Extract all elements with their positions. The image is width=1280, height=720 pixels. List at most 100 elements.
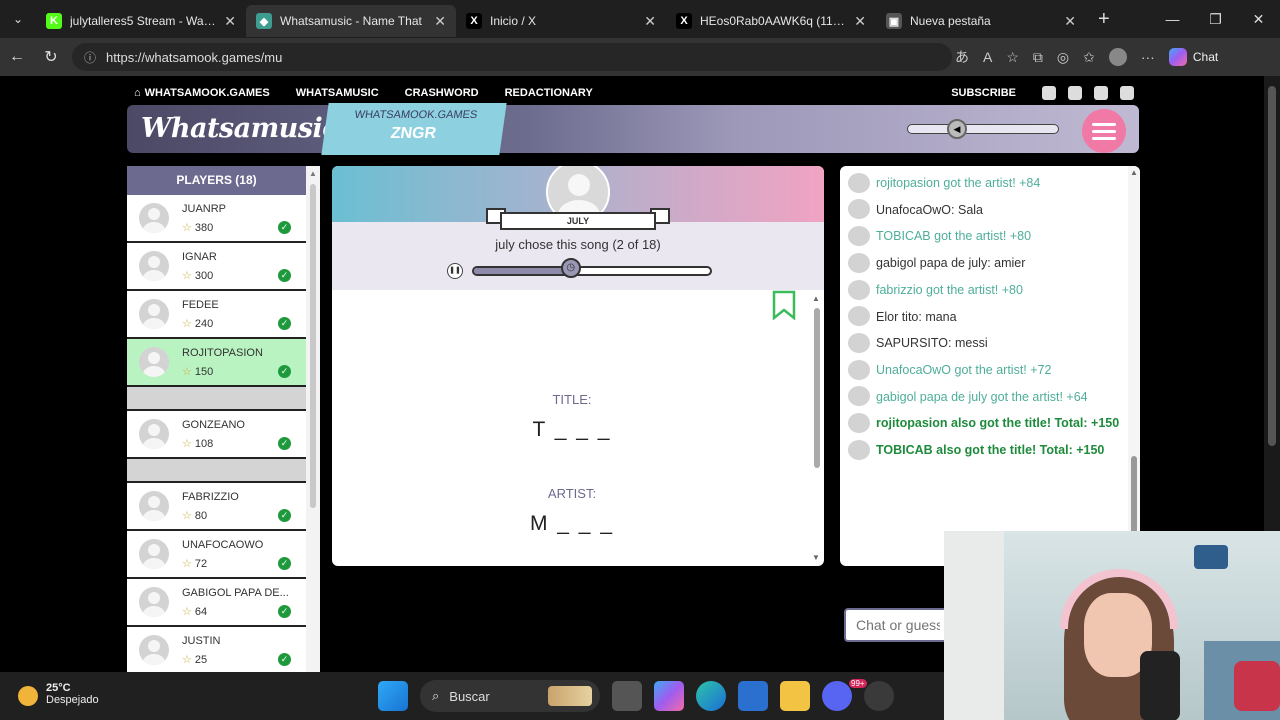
chat-avatar: [848, 413, 870, 434]
tab-close-icon[interactable]: ✕: [224, 13, 236, 30]
copilot-icon: [1168, 48, 1187, 66]
discord-icon[interactable]: [1120, 86, 1134, 100]
chat-scrollbar[interactable]: ▲: [1128, 166, 1140, 566]
player-row[interactable]: FABRIZZIO ☆ 80 ✓: [127, 483, 306, 531]
chat-message: fabrizzio got the artist! +80: [848, 277, 1128, 304]
chat-input[interactable]: [844, 608, 952, 642]
tab-title: Whatsamusic - Name That: [280, 14, 422, 28]
room-site: WHATSAMOOK.GAMES: [353, 109, 479, 121]
player-row[interactable]: JUSTIN ☆ 25 ✓: [127, 627, 306, 672]
browser-tab[interactable]: X Inicio / X ✕: [456, 5, 666, 37]
obs-icon[interactable]: [864, 681, 894, 711]
bookmark-icon[interactable]: [772, 290, 796, 320]
star-icon: ☆: [182, 606, 192, 618]
player-row[interactable]: IGNAR ☆ 300 ✓: [127, 243, 306, 291]
player-name: ROJITOPASION: [182, 347, 263, 359]
discord-taskbar-icon[interactable]: 99+: [822, 679, 867, 711]
players-scrollbar[interactable]: ▲: [306, 166, 320, 672]
chat-message-text: UnafocaOwO: Sala: [876, 202, 983, 217]
chat-panel: rojitopasion got the artist! +84 UnafocaO…: [840, 166, 1140, 566]
player-score-value: 300: [194, 270, 214, 282]
player-name: JUSTIN: [182, 635, 221, 647]
room-code-badge[interactable]: WHATSAMOOK.GAMES ZNGR: [321, 103, 507, 155]
windows-start-icon[interactable]: [378, 681, 408, 711]
translate-icon[interactable]: あ: [955, 47, 969, 67]
browser-tab[interactable]: X HEos0Rab0AAWK6q (1178×64€ ✕: [666, 5, 876, 37]
player-row[interactable]: FEDEE ☆ 240 ✓: [127, 291, 306, 339]
twitter-icon[interactable]: [1042, 86, 1056, 100]
file-explorer-icon[interactable]: [780, 681, 810, 711]
browser-tab[interactable]: ▣ Nueva pestaña ✕: [876, 5, 1086, 37]
player-row[interactable]: UNAFOCAOWO ☆ 72 ✓: [127, 531, 306, 579]
task-view-icon[interactable]: [612, 681, 642, 711]
player-score-value: 25: [194, 654, 208, 666]
weather-moon-icon: [18, 686, 38, 706]
restore-icon[interactable]: ❐: [1194, 0, 1237, 38]
volume-icon[interactable]: ◀: [947, 119, 967, 139]
hamburger-menu-button[interactable]: [1082, 109, 1126, 153]
player-score: ☆ 150: [182, 365, 213, 378]
tab-close-icon[interactable]: ✕: [644, 13, 656, 30]
url-field[interactable]: ⓘ https://whatsamook.games/mu: [72, 43, 952, 71]
star-icon: ☆: [182, 510, 192, 522]
chat-message-text: gabigol papa de july: amier: [876, 256, 1026, 271]
refresh-icon[interactable]: ↻: [34, 47, 68, 67]
tab-list-icon[interactable]: ⌄: [0, 0, 36, 38]
chat-message-text: TOBICAB got the artist! +80: [876, 229, 1032, 244]
volume-slider[interactable]: ◀: [907, 119, 1059, 139]
toolbar-icons: あ A ☆ ⧉ ◎ ✩ ··· Chat: [955, 38, 1218, 76]
more-menu-icon[interactable]: ···: [1141, 49, 1155, 65]
tiktok-icon[interactable]: [1094, 86, 1108, 100]
extensions-icon[interactable]: ⧉: [1033, 49, 1043, 66]
taskbar-search[interactable]: ⌕ Buscar: [420, 680, 600, 712]
chat-avatar: [848, 252, 870, 273]
subscribe-link[interactable]: SUBSCRIBE: [951, 87, 1016, 99]
check-icon: ✓: [278, 605, 291, 618]
tab-close-icon[interactable]: ✕: [1064, 13, 1076, 30]
new-tab-button[interactable]: +: [1098, 8, 1110, 31]
favorite-star-icon[interactable]: ☆: [1006, 49, 1019, 66]
close-window-icon[interactable]: ✕: [1237, 0, 1280, 38]
profile-avatar[interactable]: [1108, 48, 1127, 66]
tab-favicon: X: [676, 13, 692, 29]
player-row[interactable]: JUANRP ☆ 380 ✓: [127, 195, 306, 243]
players-list: JUANRP ☆ 380 ✓ IGNAR ☆ 300 ✓ FEDEE ☆ 240 ✓ …: [127, 195, 306, 672]
address-bar-row: ← ↻ ⓘ https://whatsamook.games/mu あ A ☆ …: [0, 38, 1280, 76]
chat-message-text: UnafocaOwO got the artist! +72: [876, 362, 1052, 377]
nav-whatsamusic-link[interactable]: WHATSAMUSIC: [296, 87, 379, 99]
copilot-chat-button[interactable]: Chat: [1168, 48, 1218, 66]
nav-home-link[interactable]: ⌂ WHATSAMOOK.GAMES: [134, 87, 270, 99]
player-row[interactable]: GONZEANO ☆ 108 ✓: [127, 411, 306, 459]
player-slot-empty: [127, 459, 306, 483]
copilot-taskbar-icon[interactable]: [654, 681, 684, 711]
game-scrollbar[interactable]: ▲ ▼: [812, 294, 822, 562]
nav-crashword-link[interactable]: CRASHWORD: [405, 87, 479, 99]
edge-icon[interactable]: [696, 681, 726, 711]
chat-message: rojitopasion got the artist! +84: [848, 170, 1128, 197]
minimize-icon[interactable]: —: [1151, 0, 1194, 38]
nav-redactionary-link[interactable]: REDACTIONARY: [505, 87, 593, 99]
chat-message-text: TOBICAB also got the title! Total: +150: [876, 443, 1105, 458]
chat-avatar: [848, 279, 870, 300]
player-avatar: [139, 419, 169, 449]
check-icon: ✓: [278, 437, 291, 450]
site-logo[interactable]: Whatsamusic: [141, 113, 339, 144]
browser-tab[interactable]: ◆ Whatsamusic - Name That ✕: [246, 5, 456, 37]
browser-tab[interactable]: K julytalleres5 Stream - Watch Liv ✕: [36, 5, 246, 37]
player-row[interactable]: GABIGOL PAPA DE... ☆ 64 ✓: [127, 579, 306, 627]
tab-close-icon[interactable]: ✕: [854, 13, 866, 30]
pause-icon[interactable]: ❚❚: [447, 263, 463, 279]
store-icon[interactable]: [738, 681, 768, 711]
favorites-icon[interactable]: ✩: [1083, 49, 1095, 66]
tracking-icon[interactable]: ◎: [1057, 49, 1069, 66]
back-icon[interactable]: ←: [0, 48, 34, 66]
chat-avatar: [848, 386, 870, 407]
weather-widget[interactable]: 25°C Despejado: [18, 682, 99, 706]
tab-close-icon[interactable]: ✕: [434, 13, 446, 30]
instagram-icon[interactable]: [1068, 86, 1082, 100]
read-aloud-icon[interactable]: A: [983, 49, 992, 65]
star-icon: ☆: [182, 558, 192, 570]
player-row[interactable]: ROJITOPASION ☆ 150 ✓: [127, 339, 306, 387]
site-info-icon[interactable]: ⓘ: [84, 49, 96, 66]
artist-label: ARTIST:: [547, 486, 597, 501]
